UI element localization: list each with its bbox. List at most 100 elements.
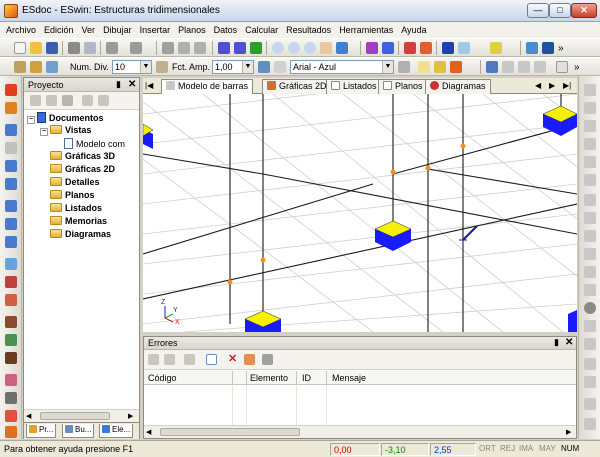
red-tool-icon[interactable] — [5, 410, 17, 422]
num-div-input[interactable]: 10 ▼ — [112, 60, 152, 74]
zoom-out-icon[interactable] — [304, 42, 316, 54]
menu-edicion[interactable]: Edición — [41, 25, 79, 35]
settings-icon[interactable] — [584, 418, 596, 430]
back-icon[interactable] — [148, 354, 159, 365]
pink-tool-icon[interactable] — [5, 374, 17, 386]
toolbar-overflow-icon[interactable]: » — [558, 43, 564, 54]
link-icon[interactable] — [398, 61, 410, 73]
status-rej[interactable]: REJ — [500, 444, 515, 453]
view-orbit-icon[interactable] — [584, 120, 596, 132]
book-icon[interactable] — [5, 352, 17, 364]
chevron-down-icon[interactable]: ▼ — [140, 61, 151, 73]
copy-doc-icon[interactable] — [46, 95, 57, 106]
col-codigo[interactable]: Código — [148, 373, 177, 383]
tree-item-graficas-2d[interactable]: Gráficas 2D — [50, 164, 115, 177]
bar-icon[interactable] — [5, 102, 17, 114]
model-canvas[interactable]: Z Y X — [143, 94, 577, 332]
locate-icon[interactable] — [244, 354, 255, 365]
snap3-icon[interactable] — [534, 61, 546, 73]
note-icon[interactable] — [418, 61, 430, 73]
calendar-icon[interactable] — [258, 61, 270, 73]
joint-node[interactable] — [260, 257, 266, 263]
status-ima[interactable]: IMA — [519, 444, 533, 453]
column-icon[interactable] — [5, 316, 17, 328]
chevron-down-icon[interactable]: ▼ — [242, 61, 253, 73]
menu-planos[interactable]: Planos — [175, 25, 211, 35]
tool-icon[interactable] — [14, 61, 26, 73]
slab-icon[interactable] — [584, 266, 596, 278]
toolbar-overflow-icon[interactable]: » — [574, 62, 580, 73]
menu-ver[interactable]: Ver — [79, 25, 101, 35]
support-node[interactable] — [143, 123, 154, 149]
fct-amp-input[interactable]: 1,00 ▼ — [212, 60, 254, 74]
beam-shape-icon[interactable] — [584, 194, 596, 206]
view-rotate-icon[interactable] — [584, 102, 596, 114]
wall-icon[interactable] — [5, 334, 17, 346]
joint-node[interactable] — [390, 169, 396, 175]
collapse-icon[interactable]: − — [40, 128, 48, 136]
tab-listados[interactable]: Listados — [326, 79, 382, 94]
new-file-icon[interactable] — [14, 42, 26, 54]
select-error-icon[interactable] — [206, 354, 217, 365]
col-id[interactable]: ID — [302, 373, 311, 383]
text-color-icon[interactable] — [274, 61, 286, 73]
print-preview-icon[interactable] — [84, 42, 96, 54]
new-doc-icon[interactable] — [30, 95, 41, 106]
view-move-icon[interactable] — [584, 84, 596, 96]
sigma-plus-icon[interactable] — [234, 42, 246, 54]
support-node[interactable] — [244, 310, 282, 332]
amp-icon[interactable] — [156, 61, 168, 73]
tab-diagramas[interactable]: Diagramas — [425, 79, 491, 94]
minimize-button[interactable]: — — [527, 3, 549, 18]
collapse-icon[interactable]: − — [27, 116, 35, 124]
folder-tool-icon[interactable] — [30, 61, 42, 73]
pen-icon[interactable] — [584, 284, 596, 296]
t-shape-icon[interactable] — [584, 212, 596, 224]
joint-node[interactable] — [460, 143, 466, 149]
redo-icon[interactable] — [130, 42, 142, 54]
node-icon[interactable] — [5, 124, 17, 136]
tree-item-memorias[interactable]: Memorias — [50, 216, 107, 229]
menu-dibujar[interactable]: Dibujar — [100, 25, 137, 35]
text-tool-icon[interactable] — [584, 358, 596, 370]
home-view-icon[interactable] — [336, 42, 348, 54]
pan-hand-icon[interactable] — [320, 42, 332, 54]
undo-icon[interactable] — [106, 42, 118, 54]
chevron-down-icon[interactable]: ▼ — [382, 61, 393, 73]
nodes-icon[interactable] — [366, 42, 378, 54]
circle-icon[interactable] — [584, 302, 596, 314]
tree-item-vistas[interactable]: − Vistas — [40, 125, 91, 138]
menu-herramientas[interactable]: Herramientas — [336, 25, 398, 35]
col-elemento[interactable]: Elemento — [250, 373, 288, 383]
orange-tool-icon[interactable] — [5, 426, 17, 438]
hand-view-icon[interactable] — [584, 320, 596, 332]
refresh-icon[interactable] — [584, 338, 596, 350]
delete-icon[interactable] — [62, 95, 73, 106]
check-icon[interactable] — [250, 42, 262, 54]
tree-item-graficas-3d[interactable]: Gráficas 3D — [50, 151, 115, 164]
errors-scrollbar[interactable]: ◀ ▶ — [144, 425, 576, 438]
save-icon[interactable] — [46, 42, 58, 54]
copy-error-icon[interactable] — [184, 354, 195, 365]
draw-icon[interactable] — [5, 84, 17, 96]
tab-search[interactable]: Bu... — [62, 424, 95, 438]
close-panel-icon[interactable]: ✕ — [565, 337, 573, 348]
plane-icon[interactable] — [458, 42, 470, 54]
pencil-red-icon[interactable] — [5, 276, 17, 288]
scroll-left-icon[interactable]: ◀ — [146, 428, 151, 436]
menu-datos[interactable]: Datos — [211, 25, 243, 35]
hand-icon[interactable] — [5, 236, 17, 248]
menu-archivo[interactable]: Archivo — [3, 25, 41, 35]
copy-icon[interactable] — [178, 42, 190, 54]
folder-small-icon[interactable] — [434, 61, 446, 73]
support-node[interactable] — [568, 310, 577, 332]
snap2-icon[interactable] — [518, 61, 530, 73]
tree-item-planos[interactable]: Planos — [50, 190, 95, 203]
tree-item-documentos[interactable]: − Documentos — [27, 112, 104, 125]
delete-error-icon[interactable]: ✕ — [228, 352, 237, 365]
brush-icon[interactable] — [5, 294, 17, 306]
view-resize-icon[interactable] — [584, 138, 596, 150]
tab-graficas-2d[interactable]: Gráficas 2D — [262, 79, 332, 94]
snap-icon[interactable] — [502, 61, 514, 73]
project-scrollbar[interactable]: ◀ ▶ — [24, 409, 139, 422]
